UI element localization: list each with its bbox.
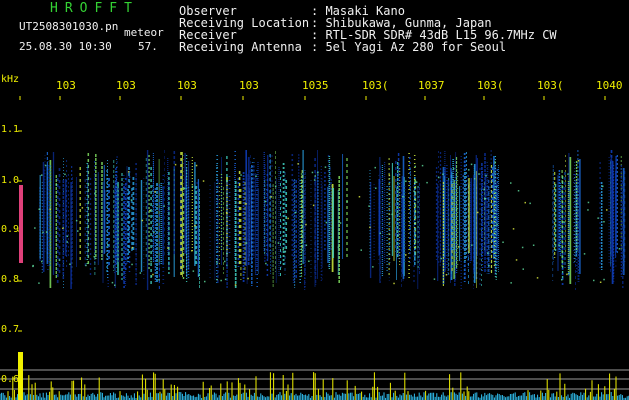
y-tick-label: 0.6 xyxy=(1,374,20,385)
x-tick-label: 1040 xyxy=(596,79,623,92)
reference-marker xyxy=(19,185,23,263)
signal-level-trace xyxy=(0,352,629,400)
y-tick-label: 0.8 xyxy=(1,274,20,285)
x-tick-label: 103 xyxy=(56,79,76,92)
x-tick-label: 103 xyxy=(116,79,136,92)
mode-label: meteor xyxy=(124,26,164,39)
x-tick-label: 103 xyxy=(239,79,259,92)
meteor-echo-streaks xyxy=(32,150,626,290)
frequency-tick-marks xyxy=(18,96,606,382)
x-tick-label: 103( xyxy=(537,79,564,92)
date-time: 25.08.30 10:30 xyxy=(19,40,112,53)
antenna-label: Receiving Antenna xyxy=(179,40,302,54)
x-tick-label: 1037 xyxy=(418,79,445,92)
echo-count: 57. xyxy=(138,40,158,53)
app-title: HROFFT xyxy=(50,1,139,16)
y-tick-label: 1.1 xyxy=(1,124,20,135)
hrofft-window: HROFFT UT2508301030.pn meteor 25.08.30 1… xyxy=(0,0,629,400)
unit-label: kHz xyxy=(1,74,20,85)
y-tick-label: 1.0 xyxy=(1,175,20,186)
x-tick-label: 103( xyxy=(477,79,504,92)
x-tick-label: 103 xyxy=(177,79,197,92)
spectrogram-plot xyxy=(0,96,629,400)
y-tick-label: 0.7 xyxy=(1,324,20,335)
x-tick-label: 1035 xyxy=(302,79,329,92)
antenna-value: : 5el Yagi Az 280 for Seoul xyxy=(311,40,507,54)
y-tick-label: 0.9 xyxy=(1,224,20,235)
x-tick-label: 103( xyxy=(362,79,389,92)
image-filename: UT2508301030.pn xyxy=(19,20,119,33)
